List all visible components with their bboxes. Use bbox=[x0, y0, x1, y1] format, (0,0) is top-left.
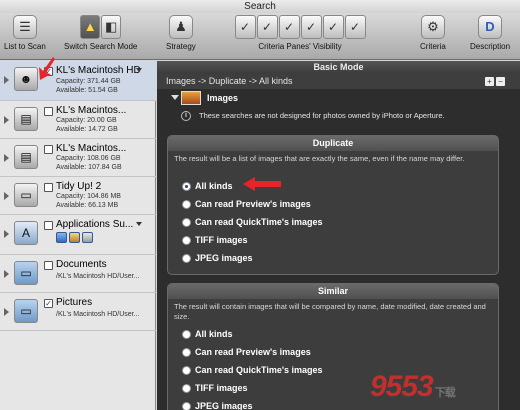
disclosure-triangle-icon[interactable] bbox=[4, 230, 9, 238]
criteria-visibility-control[interactable]: ✓ ✓ ✓ ✓ ✓ ✓ Criteria Panes' Visibility bbox=[232, 15, 368, 51]
volume-capacity: Capacity: 371.44 GB bbox=[56, 78, 121, 85]
duplicate-description: The result will be a list of images that… bbox=[174, 154, 465, 163]
volume-capacity: Capacity: 20.00 GB bbox=[56, 117, 117, 124]
chevron-down-icon[interactable] bbox=[136, 68, 142, 72]
breadcrumb-text: Images -> Duplicate -> All kinds bbox=[166, 76, 293, 86]
sidebar-item-macintosh-hd[interactable]: ☻ ✓ KL's Macintosh HD Capacity: 371.44 G… bbox=[0, 61, 156, 101]
folder-checkbox[interactable] bbox=[44, 261, 53, 270]
volume-name: Tidy Up! 2 bbox=[56, 181, 102, 192]
volume-name: KL's Macintos... bbox=[56, 105, 127, 116]
images-section-header[interactable]: Images bbox=[157, 89, 520, 108]
strategy-icon: ♟ bbox=[168, 15, 193, 39]
images-icon bbox=[181, 91, 201, 105]
disclosure-triangle-icon[interactable] bbox=[4, 116, 9, 124]
annotation-arrow-left bbox=[243, 177, 281, 191]
folder-path: /KL's Macintosh HD/User... bbox=[56, 311, 140, 318]
folder-icon: ▭ bbox=[14, 261, 38, 285]
description-icon: D bbox=[478, 15, 502, 39]
criteria-visibility-label: Criteria Panes' Visibility bbox=[258, 42, 342, 51]
sidebar-item-tidy-up[interactable]: ▭ Tidy Up! 2 Capacity: 104.86 MB Availab… bbox=[0, 177, 156, 215]
criteria-pane-3-icon[interactable]: ✓ bbox=[278, 15, 300, 39]
advanced-mode-icon[interactable]: ◧ bbox=[101, 15, 122, 39]
criteria-icon: ⚙ bbox=[420, 15, 445, 39]
chevron-down-icon[interactable] bbox=[136, 222, 142, 226]
criteria-pane-4-icon[interactable]: ✓ bbox=[300, 15, 322, 39]
disclosure-triangle-icon[interactable] bbox=[4, 76, 9, 84]
folder-name: Pictures bbox=[56, 297, 93, 308]
folder-name: Applications Su... bbox=[56, 219, 134, 230]
duplicate-title: Duplicate bbox=[168, 136, 498, 151]
sidebar-item-macintos-2[interactable]: ▤ KL's Macintos... Capacity: 20.00 GB Av… bbox=[0, 101, 156, 139]
switch-search-mode-control[interactable]: ▲ ◧ Switch Search Mode bbox=[64, 15, 137, 51]
toolbar: ☰ List to Scan ▲ ◧ Switch Search Mode ♟ … bbox=[0, 13, 520, 60]
volume-available: Available: 107.84 GB bbox=[56, 164, 122, 171]
criteria-pane-2-icon[interactable]: ✓ bbox=[256, 15, 278, 39]
application-icons bbox=[56, 232, 93, 243]
list-to-scan-label: List to Scan bbox=[4, 42, 46, 51]
sidebar-item-macintos-3[interactable]: ▤ KL's Macintos... Capacity: 108.06 GB A… bbox=[0, 139, 156, 177]
main-pane: Basic Mode Images -> Duplicate -> All ki… bbox=[157, 61, 520, 410]
remove-criteria-button[interactable]: − bbox=[496, 77, 505, 86]
basic-mode-icon[interactable]: ▲ bbox=[80, 15, 101, 39]
volume-available: Available: 66.13 MB bbox=[56, 202, 119, 209]
disclosure-triangle-icon[interactable] bbox=[4, 192, 9, 200]
volume-available: Available: 14.72 GB bbox=[56, 126, 118, 133]
info-note-text: These searches are not designed for phot… bbox=[199, 111, 445, 120]
list-to-scan-button[interactable]: ☰ List to Scan bbox=[4, 15, 46, 51]
disclosure-triangle-icon[interactable] bbox=[4, 308, 9, 316]
criteria-pane-1-icon[interactable]: ✓ bbox=[234, 15, 256, 39]
hard-drive-icon: ▤ bbox=[14, 145, 38, 169]
volume-capacity: Capacity: 104.86 MB bbox=[56, 193, 121, 200]
volume-checkbox[interactable] bbox=[44, 145, 53, 154]
criteria-pane-6-icon[interactable]: ✓ bbox=[344, 15, 366, 39]
scan-list-sidebar: ☻ ✓ KL's Macintosh HD Capacity: 371.44 G… bbox=[0, 61, 156, 410]
description-label: Description bbox=[470, 42, 511, 51]
mode-title: Basic Mode bbox=[157, 61, 520, 74]
volume-available: Available: 51.54 GB bbox=[56, 87, 118, 94]
disclosure-triangle-icon[interactable] bbox=[171, 95, 179, 100]
folder-checkbox[interactable]: ✓ bbox=[44, 299, 53, 308]
site-watermark: 9553 下载 bbox=[370, 370, 456, 403]
volume-name: KL's Macintosh HD bbox=[56, 65, 141, 76]
hard-drive-icon: ▤ bbox=[14, 107, 38, 131]
disk-image-icon: ▭ bbox=[14, 183, 38, 207]
sidebar-item-applications[interactable]: A Applications Su... bbox=[0, 215, 156, 255]
breadcrumb: Images -> Duplicate -> All kinds + − bbox=[157, 74, 520, 89]
folder-name: Documents bbox=[56, 259, 107, 270]
disclosure-triangle-icon[interactable] bbox=[4, 154, 9, 162]
similar-title: Similar bbox=[168, 284, 498, 299]
folder-icon: ▭ bbox=[14, 299, 38, 323]
info-icon: i bbox=[181, 111, 191, 121]
switch-mode-label: Switch Search Mode bbox=[64, 42, 138, 51]
strategy-label: Strategy bbox=[166, 42, 196, 51]
volume-checkbox[interactable] bbox=[44, 183, 53, 192]
sidebar-item-documents[interactable]: ▭ Documents /KL's Macintosh HD/User... bbox=[0, 255, 156, 293]
folder-checkbox[interactable] bbox=[44, 221, 53, 230]
description-button[interactable]: D Description bbox=[470, 15, 510, 51]
info-note: i These searches are not designed for ph… bbox=[157, 108, 520, 124]
criteria-pane-5-icon[interactable]: ✓ bbox=[322, 15, 344, 39]
volume-checkbox[interactable] bbox=[44, 107, 53, 116]
section-title: Images bbox=[207, 93, 239, 103]
criteria-button[interactable]: ⚙ Criteria bbox=[420, 15, 446, 51]
disclosure-triangle-icon[interactable] bbox=[4, 270, 9, 278]
volume-name: KL's Macintos... bbox=[56, 143, 127, 154]
window-title: Search bbox=[0, 0, 520, 13]
criteria-label: Criteria bbox=[420, 42, 446, 51]
volume-capacity: Capacity: 108.06 GB bbox=[56, 155, 121, 162]
list-icon: ☰ bbox=[12, 15, 37, 39]
similar-description: The result will contain images that will… bbox=[174, 302, 486, 321]
folder-path: /KL's Macintosh HD/User... bbox=[56, 273, 140, 280]
strategy-button[interactable]: ♟ Strategy bbox=[166, 15, 196, 51]
duplicate-panel: Duplicate The result will be a list of i… bbox=[167, 135, 499, 275]
add-criteria-button[interactable]: + bbox=[485, 77, 494, 86]
applications-folder-icon: A bbox=[14, 221, 38, 245]
annotation-arrow-down bbox=[39, 57, 55, 80]
sidebar-item-pictures[interactable]: ▭ ✓ Pictures /KL's Macintosh HD/User... bbox=[0, 293, 156, 331]
